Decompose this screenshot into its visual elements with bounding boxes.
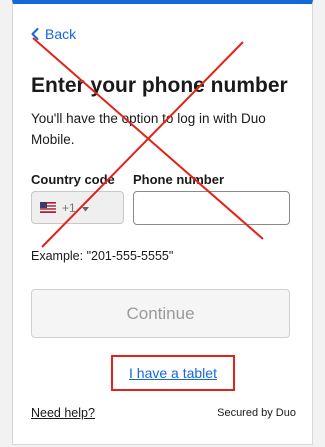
back-link[interactable]: Back [31,26,76,42]
back-label: Back [45,26,77,42]
caret-down-icon [81,201,89,215]
country-code-label: Country code [31,172,115,187]
secured-by-duo: Secured by Duo [217,407,296,419]
phone-example: Example: "201-555-5555" [31,249,174,263]
page-title: Enter your phone number [31,74,288,97]
annotation-box: I have a tablet [111,355,235,391]
chevron-left-icon [31,28,39,40]
country-code-select[interactable]: +1 [31,191,124,224]
continue-button[interactable]: Continue [31,289,290,338]
phone-number-label: Phone number [133,172,225,187]
i-have-a-tablet-link[interactable]: I have a tablet [129,365,217,381]
phone-number-input[interactable] [133,191,290,225]
page-description: You'll have the option to log in with Du… [31,111,266,147]
auth-card: Back Enter your phone number You'll have… [12,0,313,445]
country-code-value: +1 [62,200,76,215]
need-help-link[interactable]: Need help? [31,406,95,420]
us-flag-icon [40,202,56,213]
